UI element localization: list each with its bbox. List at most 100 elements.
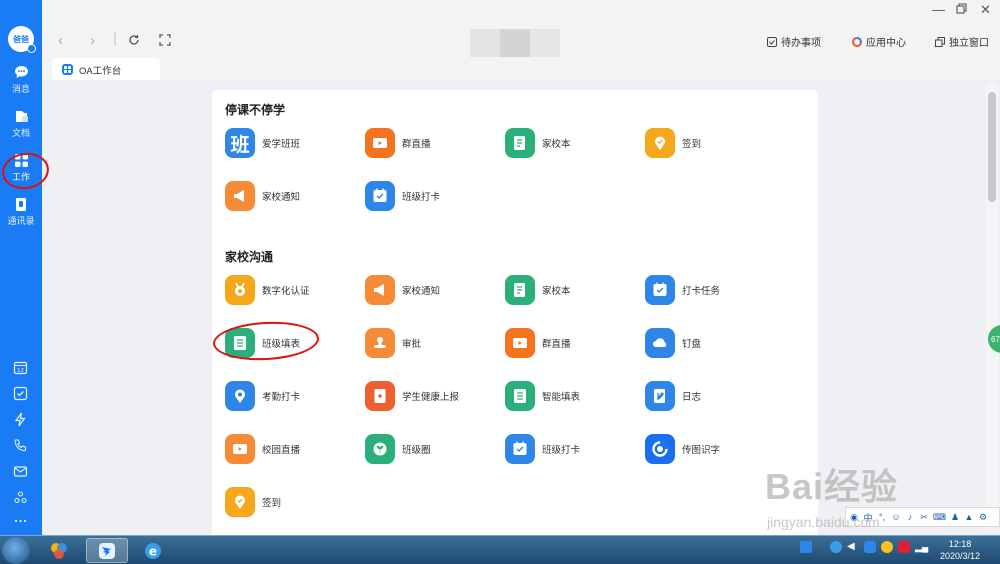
todo-button[interactable]: 待办事项 (767, 34, 821, 49)
clock-time: 12:18 (948, 539, 972, 549)
calendar-check-icon (365, 181, 395, 211)
calendar-icon[interactable]: 12 (11, 358, 29, 376)
browser-e-icon: e (145, 542, 161, 559)
app-icon-glyph: 班 (230, 133, 250, 156)
phone-call-icon[interactable] (11, 436, 29, 454)
standalone-window-button[interactable]: 独立窗口 (935, 34, 989, 49)
app-label: 传图识字 (682, 445, 721, 456)
ocr-swirl-icon (645, 434, 675, 464)
checkin-pin-icon (645, 128, 675, 158)
app-label: 班级打卡 (402, 192, 441, 203)
section-title: 家校沟通 (225, 250, 274, 264)
app-label: 群直播 (542, 339, 571, 350)
contacts-book-icon (13, 196, 29, 212)
more-icon[interactable] (11, 512, 29, 530)
ime-user-icon[interactable]: ♟ (950, 512, 960, 523)
app-item[interactable]: 签到 (225, 487, 281, 517)
megaphone-icon (225, 181, 255, 211)
ime-voice-icon[interactable]: ♪ (905, 512, 915, 522)
sidebar-item-contacts[interactable]: 通讯录 (0, 196, 42, 236)
ime-emoji-icon[interactable]: ☺ (891, 512, 901, 522)
ime-shirt-icon[interactable]: ▲ (964, 512, 974, 522)
ime-scissors-icon[interactable]: ✂ (919, 512, 929, 523)
back-icon[interactable]: ‹ (58, 32, 63, 49)
grid-apps-icon (13, 152, 29, 168)
app-label: 校园直播 (262, 445, 301, 456)
app-item[interactable]: 考勤打卡 (225, 381, 300, 411)
forward-icon[interactable]: › (90, 32, 95, 49)
app-item[interactable]: 群直播 (505, 328, 571, 358)
taskbar-app-360[interactable] (38, 538, 80, 563)
tray-shield-icon[interactable] (864, 541, 876, 553)
sidebar-item-messages[interactable]: 消息 (0, 64, 42, 104)
recycle-icon[interactable] (11, 488, 29, 506)
notebook-icon (505, 275, 535, 305)
app-item[interactable]: 家校通知 (225, 181, 300, 211)
app-item[interactable]: 签到 (645, 128, 701, 158)
tray-spacer (817, 541, 825, 553)
app-item[interactable]: 数字化认证 (225, 275, 310, 305)
workbench-card: 停课不停学 家校沟通 班爱学班班 群直播 家校本 签到 家校通知 班级打卡 数字化认证 家校通… (212, 90, 818, 540)
app-item[interactable]: 传图识字 (645, 434, 720, 464)
lightning-icon[interactable] (11, 410, 29, 428)
taskbar-app-dingtalk[interactable] (86, 538, 128, 563)
ime-gear-icon[interactable]: ⚙ (978, 512, 988, 523)
checkbox-task-icon[interactable] (11, 384, 29, 402)
app-item[interactable]: 班 爱学班班 (225, 128, 300, 158)
app-item[interactable]: 家校通知 (365, 275, 440, 305)
app-item[interactable]: 家校本 (505, 128, 571, 158)
restore-icon[interactable] (956, 2, 967, 17)
app-center-button[interactable]: 应用中心 (852, 34, 906, 49)
refresh-icon[interactable] (128, 33, 140, 50)
tray-blue-icon[interactable] (800, 541, 812, 553)
notebook-icon (505, 128, 535, 158)
app-item[interactable]: 班级填表 (225, 328, 300, 358)
mail-icon[interactable] (11, 462, 29, 480)
app-item[interactable]: 班级打卡 (505, 434, 580, 464)
close-icon[interactable]: ✕ (980, 2, 991, 18)
app-item[interactable]: 日志 (645, 381, 701, 411)
taskbar-app-ie[interactable]: e (132, 538, 174, 563)
app-item[interactable]: 智能填表 (505, 381, 580, 411)
taskbar-clock[interactable]: 12:18 2020/3/12 (940, 538, 980, 562)
app-item[interactable]: 校园直播 (225, 434, 300, 464)
app-item[interactable]: 学生健康上报 (365, 381, 459, 411)
app-item[interactable]: 班级圈 (365, 434, 431, 464)
app-item[interactable]: 班级打卡 (365, 181, 440, 211)
tray-yellow-icon[interactable] (881, 541, 893, 553)
user-avatar[interactable]: 爸爸 (8, 26, 36, 53)
volume-icon[interactable]: ◀ (847, 541, 859, 553)
chat-bubble-icon (13, 64, 29, 80)
tray-e-icon[interactable] (830, 541, 842, 553)
blurred-title (500, 29, 530, 57)
app-item[interactable]: 打卡任务 (645, 275, 720, 305)
tray-red-icon[interactable] (898, 541, 910, 553)
minimize-icon[interactable]: — (932, 2, 945, 17)
oa-workbench-icon (62, 64, 73, 75)
scrollbar-thumb[interactable] (988, 92, 996, 202)
app-item[interactable]: 家校本 (505, 275, 571, 305)
tab-label: OA工作台 (79, 65, 122, 77)
colorful-app-icon (51, 542, 67, 559)
sidebar-item-label: 文档 (11, 128, 30, 138)
windows-start-icon[interactable] (2, 537, 30, 564)
watermark-main: Bai经验 (765, 466, 899, 507)
app-item[interactable]: 钉盘 (645, 328, 701, 358)
sidebar-item-docs[interactable]: 文档 (0, 108, 42, 148)
todo-check-icon (767, 36, 777, 47)
tab-oa-workbench[interactable]: OA工作台 (52, 58, 160, 81)
network-signal-icon[interactable]: ▂▄ (915, 541, 928, 553)
app-label: 班级填表 (262, 339, 301, 350)
blurred-title (470, 29, 500, 57)
fullscreen-icon[interactable] (159, 33, 171, 50)
medal-icon (225, 275, 255, 305)
ime-keyboard-icon[interactable]: ⌨ (933, 512, 946, 523)
log-book-icon (645, 381, 675, 411)
app-item[interactable]: 审批 (365, 328, 421, 358)
avatar-status-icon (27, 44, 36, 53)
sidebar-item-work[interactable]: 工作 (0, 152, 42, 192)
app-label: 家校本 (542, 139, 571, 150)
app-item[interactable]: 群直播 (365, 128, 431, 158)
app-label: 打卡任务 (682, 286, 721, 297)
stamp-icon (365, 328, 395, 358)
